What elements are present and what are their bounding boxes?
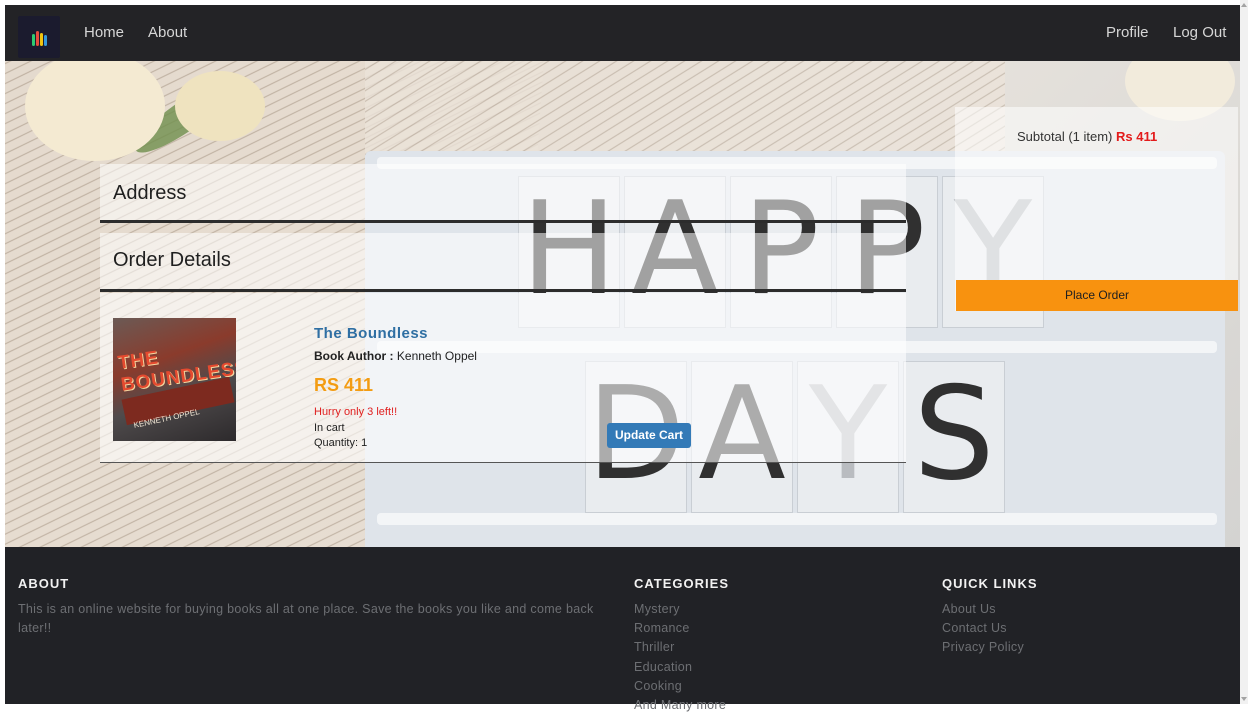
vertical-scrollbar[interactable] (1240, 0, 1248, 704)
color-bars-logo-icon[interactable] (18, 16, 60, 58)
nav-logout-link[interactable]: Log Out (1173, 24, 1226, 41)
section-divider (100, 289, 906, 292)
footer-quick-links-heading: QUICK LINKS (942, 576, 1038, 591)
footer-contact-us-link[interactable]: Contact Us (942, 619, 1024, 638)
address-heading: Address (113, 182, 187, 204)
nav-profile-link[interactable]: Profile (1106, 24, 1149, 41)
item-divider (100, 462, 906, 463)
order-details-heading: Order Details (113, 249, 231, 271)
sign-letter: S (903, 361, 1005, 513)
footer-category-link[interactable]: And Many more (634, 696, 726, 715)
footer-category-link[interactable]: Romance (634, 619, 726, 638)
subtotal-amount: Rs 411 (1116, 129, 1158, 144)
footer-category-link[interactable]: Education (634, 658, 726, 677)
footer-category-link[interactable]: Mystery (634, 600, 726, 619)
book-title-link[interactable]: The Boundless (314, 325, 428, 342)
scroll-down-arrow-icon[interactable] (1241, 697, 1247, 701)
footer-quick-links-list: About Us Contact Us Privacy Policy (942, 600, 1024, 658)
footer-category-link[interactable]: Cooking (634, 677, 726, 696)
footer-about-text: This is an online website for buying boo… (18, 602, 594, 635)
place-order-button[interactable]: Place Order (956, 280, 1238, 311)
cart-item: THE BOUNDLESS KENNETH OPPEL The Boundles… (100, 293, 906, 462)
order-details-section: Order Details (100, 233, 906, 289)
footer-categories-list: Mystery Romance Thriller Education Cooki… (634, 600, 726, 715)
book-author-label: Book Author : (314, 349, 394, 363)
cart-status: In cart (314, 422, 345, 434)
lightbox-rail (377, 513, 1217, 525)
address-section: Address (100, 164, 906, 220)
book-cover-image[interactable]: THE BOUNDLESS KENNETH OPPEL (113, 318, 236, 441)
subtotal-line: Subtotal (1 item) Rs 411 (1017, 129, 1157, 144)
footer-privacy-policy-link[interactable]: Privacy Policy (942, 638, 1024, 657)
section-divider (100, 220, 906, 223)
navbar: Home About Profile Log Out (5, 5, 1240, 61)
footer-about-heading: ABOUT (18, 576, 70, 591)
subtotal-label: Subtotal (1 item) (1017, 129, 1113, 144)
footer-category-link[interactable]: Thriller (634, 638, 726, 657)
book-author: Book Author : Kenneth Oppel (314, 349, 477, 363)
footer: ABOUT This is an online website for buyi… (5, 547, 1240, 712)
stock-warning: Hurry only 3 left!! (314, 406, 398, 418)
update-cart-button[interactable]: Update Cart (607, 423, 691, 448)
quantity-text: Quantity: 1 (314, 437, 368, 449)
book-price: RS 411 (314, 375, 374, 395)
flower-decoration (175, 71, 265, 141)
book-author-name: Kenneth Oppel (396, 349, 477, 363)
scroll-up-arrow-icon[interactable] (1241, 3, 1247, 7)
footer-about-us-link[interactable]: About Us (942, 600, 1024, 619)
nav-about-link[interactable]: About (148, 24, 187, 41)
footer-categories-heading: CATEGORIES (634, 576, 729, 591)
nav-home-link[interactable]: Home (84, 24, 124, 41)
